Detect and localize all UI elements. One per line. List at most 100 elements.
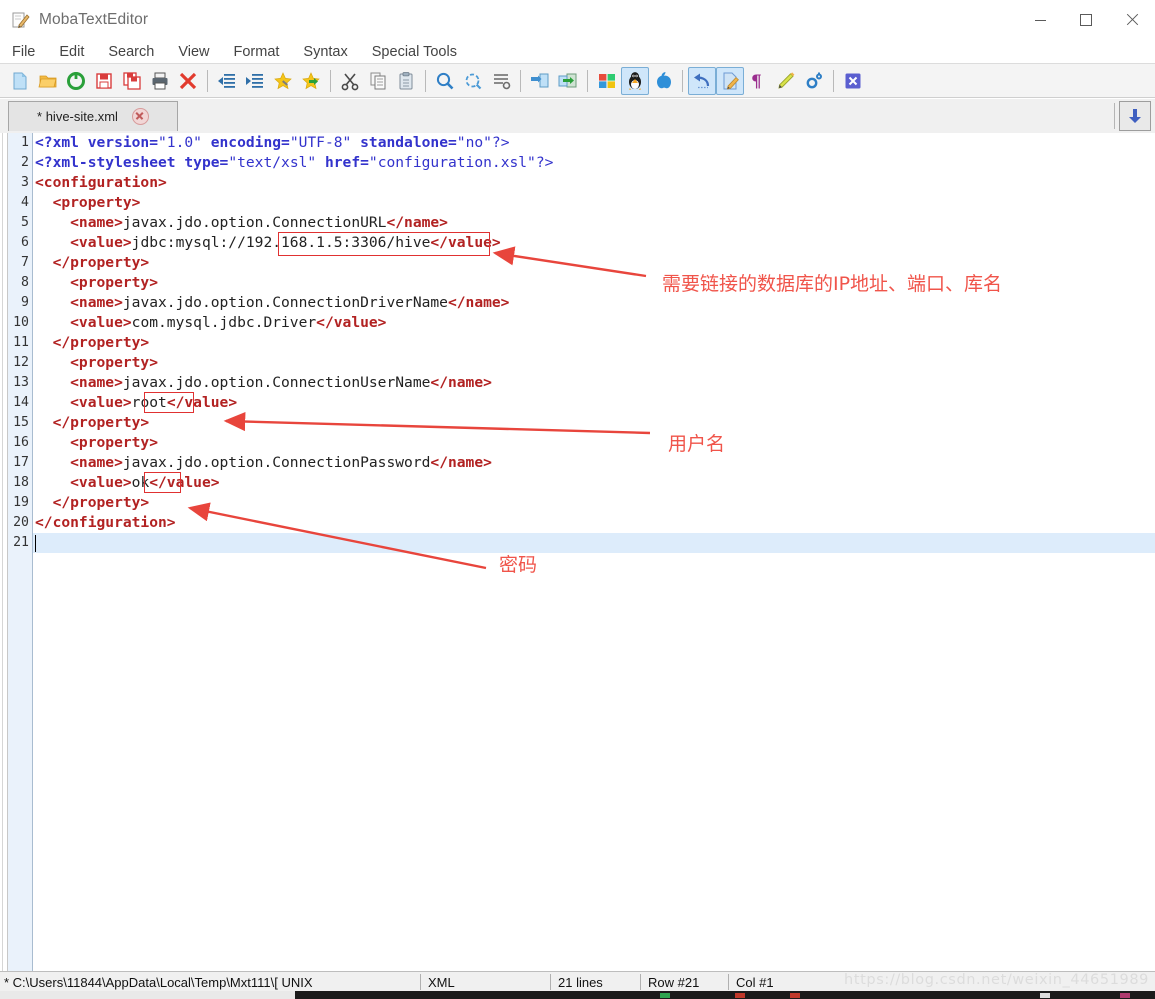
code-segment: javax.jdo.option.ConnectionDriverName [122, 294, 448, 311]
toolbar-button-highlighter[interactable] [772, 67, 800, 95]
toolbar-button-save[interactable] [90, 67, 118, 95]
taskbar-item-4[interactable] [1040, 993, 1050, 998]
menu-item-view[interactable]: View [166, 42, 221, 62]
menu-item-search[interactable]: Search [96, 42, 166, 62]
tab-list-down-arrow-button[interactable] [1119, 101, 1151, 131]
toolbar-button-show-pilcrow[interactable]: ¶ [744, 67, 772, 95]
replace-icon [463, 71, 483, 91]
code-line[interactable]: <name>javax.jdo.option.ConnectionDriverN… [35, 293, 509, 313]
menu-item-syntax[interactable]: Syntax [291, 42, 359, 62]
line-number: 10 [13, 315, 29, 330]
toolbar-button-save-as[interactable] [118, 67, 146, 95]
menu-bar: File Edit Search View Format Syntax Special To… [0, 40, 1155, 64]
line-number: 3 [21, 175, 29, 190]
toolbar-button-settings[interactable] [800, 67, 828, 95]
code-line[interactable]: </property> [35, 253, 150, 273]
tab-label: * hive-site.xml [37, 109, 118, 124]
code-segment: </property> [35, 414, 150, 431]
menu-item-format[interactable]: Format [222, 42, 292, 62]
code-line[interactable]: <name>javax.jdo.option.ConnectionURL</na… [35, 213, 448, 233]
close-tab-icon[interactable] [131, 108, 149, 125]
windows-format-icon [597, 71, 617, 91]
notepad-pencil-icon [10, 10, 30, 30]
code-segment: <property> [35, 194, 141, 211]
window-title: MobaTextEditor [39, 11, 149, 28]
line-number: 16 [13, 435, 29, 450]
toolbar-button-copy[interactable] [364, 67, 392, 95]
close-icon [1126, 14, 1138, 26]
maximize-button[interactable] [1063, 0, 1109, 40]
code-line[interactable]: <value>root</value> [35, 393, 237, 413]
code-line[interactable]: <property> [35, 193, 141, 213]
line-number: 4 [21, 195, 29, 210]
mobatexteditor-window: MobaTextEditor File Edit Search View Format S… [0, 0, 1155, 999]
menu-item-file[interactable]: File [0, 42, 47, 62]
code-line[interactable]: <?xml version="1.0" encoding="UTF-8" sta… [35, 133, 510, 153]
minimize-button[interactable] [1017, 0, 1063, 40]
code-line[interactable]: <property> [35, 273, 158, 293]
line-number: 13 [13, 375, 29, 390]
code-line[interactable]: </property> [35, 333, 150, 353]
toolbar-button-outdent[interactable] [213, 67, 241, 95]
code-line[interactable]: </property> [35, 493, 150, 513]
status-line-count: 21 lines [558, 974, 603, 990]
taskbar-item-3[interactable] [790, 993, 800, 998]
code-line[interactable]: <property> [35, 433, 158, 453]
toolbar-button-mac-format[interactable] [649, 67, 677, 95]
mac-format-icon [653, 71, 673, 91]
toolbar-button-undo[interactable] [688, 66, 716, 95]
toolbar-button-bookmark-toggle[interactable] [269, 67, 297, 95]
line-number: 21 [13, 535, 29, 550]
taskbar-item-5[interactable] [1120, 993, 1130, 998]
code-line[interactable]: <name>javax.jdo.option.ConnectionUserNam… [35, 373, 492, 393]
menu-item-edit[interactable]: Edit [47, 42, 96, 62]
line-number: 18 [13, 475, 29, 490]
toolbar-button-compare-files[interactable] [526, 67, 554, 95]
toolbar-button-reload[interactable] [62, 67, 90, 95]
toolbar-button-unix-format[interactable] [621, 66, 649, 95]
toolbar-button-new-file[interactable] [6, 67, 34, 95]
toolbar-button-find[interactable] [431, 67, 459, 95]
toolbar-button-merge-files[interactable] [554, 67, 582, 95]
code-segment: javax.jdo.option.ConnectionURL [122, 214, 387, 231]
toolbar-button-replace[interactable] [459, 67, 487, 95]
code-line[interactable]: </configuration> [35, 513, 176, 533]
toolbar-button-bookmark-next[interactable] [297, 67, 325, 95]
line-number: 11 [13, 335, 29, 350]
toolbar-button-open-folder[interactable] [34, 67, 62, 95]
toolbar-button-close-file[interactable] [174, 67, 202, 95]
code-line[interactable]: <value>ok</value> [35, 473, 219, 493]
code-text[interactable]: <?xml version="1.0" encoding="UTF-8" sta… [33, 133, 1155, 971]
code-line[interactable]: <value>com.mysql.jdbc.Driver</value> [35, 313, 386, 333]
tab-hive-site-xml[interactable]: * hive-site.xml [8, 101, 178, 131]
taskbar-left-panel [0, 991, 295, 999]
code-line[interactable]: <?xml-stylesheet type="text/xsl" href="c… [35, 153, 553, 173]
toolbar-button-goto-line[interactable] [487, 67, 515, 95]
svg-text:¶: ¶ [751, 72, 762, 91]
toolbar-button-indent[interactable] [241, 67, 269, 95]
code-line[interactable]: <name>javax.jdo.option.ConnectionPasswor… [35, 453, 492, 473]
tab-bar-divider [1114, 103, 1115, 129]
highlighter-icon [776, 71, 796, 91]
code-line[interactable]: <configuration> [35, 173, 167, 193]
toolbar-button-cut[interactable] [336, 67, 364, 95]
editor-area[interactable]: 1 2 3 4 5 6 7 8 9 10 11 12 13 14 15 16 17 18 19 20 21 <?xml … [0, 133, 1155, 971]
toolbar-button-exit[interactable] [839, 67, 867, 95]
paste-icon [396, 71, 416, 91]
toolbar-button-redo-edit[interactable] [716, 66, 744, 95]
minimize-icon [1034, 19, 1046, 21]
toolbar-button-windows-format[interactable] [593, 67, 621, 95]
line-number-gutter: 1 2 3 4 5 6 7 8 9 10 11 12 13 14 15 16 17 18 19 20 21 [8, 133, 33, 971]
close-button[interactable] [1109, 0, 1155, 40]
toolbar-button-print[interactable] [146, 67, 174, 95]
toolbar-button-paste[interactable] [392, 67, 420, 95]
code-line[interactable]: <property> [35, 353, 158, 373]
taskbar-item-1[interactable] [660, 993, 670, 998]
taskbar-item-2[interactable] [735, 993, 745, 998]
code-segment: "UTF-8" [289, 134, 352, 151]
line-number: 5 [21, 215, 29, 230]
maximize-icon [1080, 14, 1092, 26]
menu-item-special-tools[interactable]: Special Tools [360, 42, 469, 62]
code-line[interactable]: </property> [35, 413, 150, 433]
settings-icon [804, 71, 824, 91]
